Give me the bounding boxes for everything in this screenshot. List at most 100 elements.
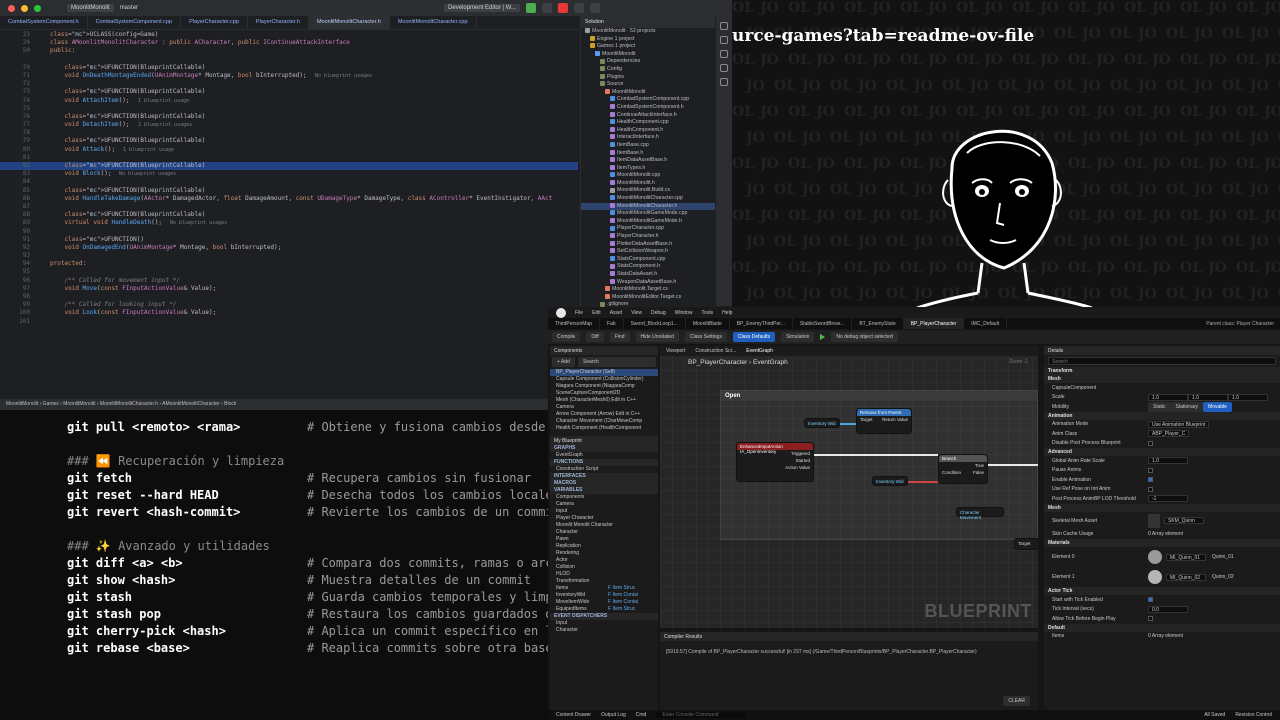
tab-viewport[interactable]: Viewport — [666, 348, 685, 354]
variable-item[interactable]: EquipedItems F Item Struc — [550, 606, 658, 613]
section-mesh-2[interactable]: Mesh — [1044, 503, 1280, 512]
solution-tree-item[interactable]: MoonlitMonolit.Build.cs — [581, 187, 715, 195]
solution-tree-item[interactable]: WeaponDataAssetBase.h — [581, 279, 715, 287]
variable-category[interactable]: Replication — [550, 543, 658, 550]
blueprint-usage-hint[interactable]: No blueprint usages — [170, 219, 227, 227]
blueprint-usage-hint[interactable]: 2 blueprint usages — [138, 121, 192, 129]
tab-eventgraph[interactable]: EventGraph — [746, 348, 773, 354]
asset-tab[interactable]: BP_EnemyThirdPer... — [730, 318, 793, 329]
tab-file-active[interactable]: MoonlitMonolitCharacter.h — [308, 16, 390, 29]
variable-category[interactable]: Moonlit Monolit Character — [550, 522, 658, 529]
solution-tree-item[interactable]: MoonlitMonolit — [581, 51, 715, 59]
code-line[interactable]: 82 class="mc">UFUNCTION(BlueprintCallabl… — [0, 162, 578, 171]
asset-tab[interactable]: StableSwordBrear... — [793, 318, 853, 329]
variable-category[interactable]: Pawn — [550, 536, 658, 543]
minimize-window-icon[interactable] — [21, 4, 28, 12]
project-selector[interactable]: MoonlitMonolit — [67, 4, 114, 12]
function-item[interactable]: Construction Script — [550, 466, 658, 473]
notifications-icon[interactable] — [720, 22, 728, 30]
clear-log-button[interactable]: CLEAR — [1003, 696, 1030, 706]
section-materials[interactable]: Materials — [1044, 539, 1280, 547]
compile-button[interactable]: Compile — [552, 332, 581, 342]
disable-post-process-checkbox[interactable] — [1148, 440, 1153, 446]
code-line[interactable]: 77 void DetachItem(); 2 blueprint usages — [0, 121, 578, 129]
skeletal-mesh-dropdown[interactable]: SKM_Quinn — [1164, 517, 1204, 524]
character-movement-getter-node[interactable]: Character Movement — [956, 507, 1004, 520]
variable-item[interactable]: MoveItemWide F Item Contai — [550, 599, 658, 606]
solution-tree-item[interactable]: Games 1 project — [581, 43, 715, 51]
component-item[interactable]: Capsule Component (CollisionCylinder) — [550, 376, 658, 383]
solution-tree-item[interactable]: MoonlitMonolit.h — [581, 180, 715, 188]
asset-tab[interactable]: ThirdPersonMap — [548, 318, 600, 329]
global-anim-rate-field[interactable]: 1.0 — [1148, 457, 1188, 465]
code-line[interactable]: 80 void Attack(); 1 blueprint usage — [0, 146, 578, 154]
solution-tree-item[interactable]: ContinueAttackInterface.h — [581, 112, 715, 120]
diff-button[interactable]: Diff — [586, 332, 604, 342]
solution-tree-item[interactable]: PlayerCharacter.h — [581, 233, 715, 241]
content-drawer-button[interactable]: Content Drawer — [556, 712, 591, 718]
solution-tree-item[interactable]: Dependencies — [581, 58, 715, 66]
component-item[interactable]: BP_PlayerCharacter (Self) — [550, 369, 658, 376]
solution-tree-item[interactable]: ItemBase.h — [581, 150, 715, 158]
output-log-button[interactable]: Output Log — [601, 712, 626, 718]
menu-asset[interactable]: Asset — [610, 310, 623, 316]
code-line[interactable]: 95 — [0, 268, 578, 276]
code-line[interactable]: 79 class="mc">UFUNCTION(BlueprintCallabl… — [0, 137, 578, 145]
code-line[interactable]: 75 — [0, 105, 578, 113]
solution-tree-item[interactable]: CombatSystemComponent.cpp — [581, 96, 715, 104]
code-line[interactable]: 76 class="mc">UFUNCTION(BlueprintCallabl… — [0, 113, 578, 121]
pause-anims-checkbox[interactable] — [1148, 467, 1153, 473]
menu-view[interactable]: View — [631, 310, 642, 316]
ai-assistant-icon[interactable] — [720, 50, 728, 58]
section-animation[interactable]: Animation — [1044, 411, 1280, 420]
enhanced-input-action-node[interactable]: EnhancedInputAction IA_OpenInventory Tri… — [736, 442, 814, 482]
code-line[interactable]: 23 class="mc">UCLASS(config=Game) — [0, 31, 578, 39]
solution-tree-item[interactable]: MoonlitMonolitCharacter.h — [581, 202, 715, 211]
solution-tree-item[interactable]: MoonlitMonolit.cpp — [581, 172, 715, 180]
code-line[interactable]: 87 — [0, 203, 578, 211]
run-icon[interactable] — [525, 3, 536, 13]
component-item[interactable]: Mesh (CharacterMesh0) Edit in C++ — [550, 397, 658, 404]
blueprint-usage-hint[interactable]: No blueprint usages — [315, 72, 372, 80]
solution-tree-item[interactable]: HealthComponent.cpp — [581, 119, 715, 127]
section-variables[interactable]: VARIABLES — [550, 487, 658, 494]
code-line[interactable]: 24 class AMoonlitMonolitCharacter : publi… — [0, 39, 578, 47]
tab-file[interactable]: CombatSystemComponent.h — [0, 16, 88, 29]
material-1-dropdown[interactable]: MI_Quinn_02 — [1166, 573, 1206, 581]
target-node-partial[interactable]: Target — [1014, 538, 1038, 550]
section-graphs[interactable]: GRAPHS — [550, 445, 658, 452]
solution-tree-item[interactable]: HealthComponent.h — [581, 127, 715, 135]
material-0-dropdown[interactable]: MI_Quinn_01 — [1166, 553, 1206, 561]
code-line[interactable]: 90 — [0, 228, 578, 236]
blueprint-usage-hint[interactable]: 1 blueprint usage — [123, 146, 174, 154]
section-actor-tick[interactable]: Actor Tick — [1044, 587, 1280, 595]
asset-tab[interactable]: Fab — [600, 318, 624, 329]
variable-category[interactable]: Components — [550, 494, 658, 501]
tab-file[interactable]: CombatSystemComponent.cpp — [88, 16, 182, 29]
dispatcher-item[interactable]: Character — [550, 627, 658, 634]
add-component-button[interactable]: + Add — [552, 357, 575, 367]
section-event-dispatchers[interactable]: EVENT DISPATCHERS — [550, 613, 658, 620]
menu-window[interactable]: Window — [675, 310, 693, 316]
tab-construction-script[interactable]: Construction Scr... — [695, 348, 736, 354]
play-icon[interactable] — [820, 334, 826, 340]
solution-tree-item[interactable]: PlayerCharacter.cpp — [581, 225, 715, 233]
code-line[interactable]: 78 — [0, 129, 578, 137]
code-line[interactable]: 71 void OnDeathMontageEnded(UAnimMontage… — [0, 72, 578, 80]
code-line[interactable]: 96 /** Called for movement input */ — [0, 277, 578, 285]
component-item[interactable]: SceneCaptureComponent2D — [550, 390, 658, 397]
solution-tree-item[interactable]: MoonlitMonolitGameMode.cpp — [581, 210, 715, 218]
variable-category[interactable]: HLOD — [550, 571, 658, 578]
revision-control-button[interactable]: Revision Control — [1235, 712, 1272, 718]
remove-from-parent-node[interactable]: Remove from Parent Target Return Value — [856, 408, 912, 434]
structure-icon[interactable] — [720, 64, 728, 72]
scale-x-field[interactable]: 1.0 — [1148, 393, 1188, 401]
debug-object-selector[interactable]: No debug object selected — [831, 332, 898, 342]
code-line[interactable]: 81 — [0, 154, 578, 162]
class-settings-button[interactable]: Class Settings — [684, 332, 727, 342]
menu-debug[interactable]: Debug — [651, 310, 666, 316]
section-interfaces[interactable]: INTERFACES — [550, 473, 658, 480]
menu-help[interactable]: Help — [722, 310, 732, 316]
code-editor[interactable]: 23 class="mc">UCLASS(config=Game) 24 class … — [0, 31, 578, 399]
menu-edit[interactable]: Edit — [592, 310, 601, 316]
